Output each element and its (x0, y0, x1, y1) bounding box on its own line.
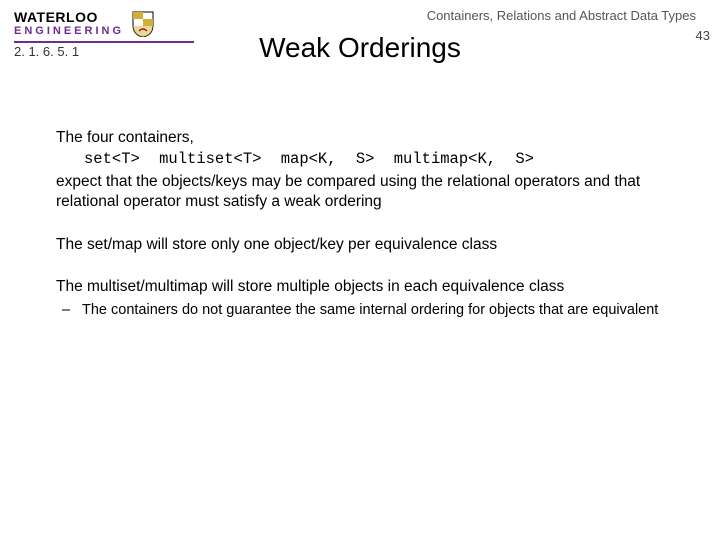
p1-rest: expect that the objects/keys may be comp… (56, 172, 680, 212)
paragraph-3: The multiset/multimap will store multipl… (56, 277, 680, 320)
p3-text: The multiset/multimap will store multipl… (56, 277, 680, 297)
p3-subbullet: The containers do not guarantee the same… (56, 301, 680, 320)
slide-title: Weak Orderings (0, 32, 720, 64)
p1-code: set<T> multiset<T> map<K, S> multimap<K,… (56, 149, 680, 169)
chapter-title: Containers, Relations and Abstract Data … (427, 8, 696, 23)
paragraph-1: The four containers, set<T> multiset<T> … (56, 128, 680, 213)
slide-body: The four containers, set<T> multiset<T> … (56, 128, 680, 320)
p1-intro: The four containers, (56, 128, 680, 148)
paragraph-2: The set/map will store only one object/k… (56, 235, 680, 255)
logo-text-top: WATERLOO (14, 10, 124, 24)
